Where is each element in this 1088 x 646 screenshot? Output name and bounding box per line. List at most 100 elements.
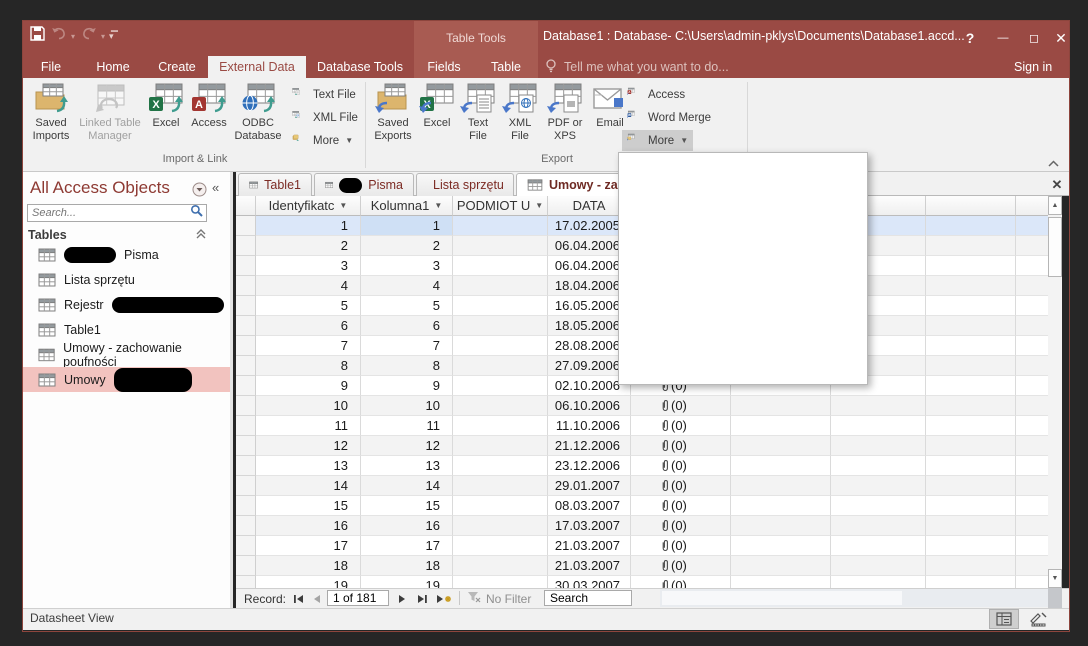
cell-attachment[interactable]: (0)	[631, 556, 731, 576]
cell-empty[interactable]	[1016, 416, 1048, 436]
undo-dropdown-icon[interactable]: ▾	[71, 32, 75, 41]
cell-data[interactable]: 29.01.2007	[548, 476, 631, 496]
cell-kolumna1[interactable]: 2	[361, 236, 453, 256]
cell-kolumna1[interactable]: 18	[361, 556, 453, 576]
column-header-identyfikatc[interactable]: Identyfikatc▼	[256, 196, 361, 216]
next-record-button[interactable]	[398, 590, 407, 607]
cell-empty[interactable]	[1016, 276, 1048, 296]
row-selector[interactable]	[236, 336, 256, 356]
cell-kolumna1[interactable]: 15	[361, 496, 453, 516]
ribbon-tab-table[interactable]: Table	[474, 56, 538, 78]
cell-empty[interactable]	[926, 556, 1016, 576]
cell-identyfikator[interactable]: 8	[256, 356, 361, 376]
cell-identyfikator[interactable]: 2	[256, 236, 361, 256]
nav-table-item-6[interactable]: Umowy	[22, 367, 230, 392]
search-icon[interactable]	[190, 204, 206, 222]
word-merge-button[interactable]: WWord Merge	[622, 107, 716, 128]
cell-identyfikator[interactable]: 18	[256, 556, 361, 576]
row-selector[interactable]	[236, 216, 256, 236]
cell-empty[interactable]	[1016, 516, 1048, 536]
cell-podmiot[interactable]	[453, 436, 548, 456]
cell-podmiot[interactable]	[453, 396, 548, 416]
column-header-empty[interactable]	[1016, 196, 1048, 216]
document-tab-1[interactable]: Table1	[238, 173, 312, 196]
excel-button[interactable]: XExcel	[418, 82, 456, 150]
cell-podmiot[interactable]	[453, 376, 548, 396]
cell-identyfikator[interactable]: 7	[256, 336, 361, 356]
cell-empty[interactable]	[926, 356, 1016, 376]
row-selector[interactable]	[236, 396, 256, 416]
cell-empty[interactable]	[1016, 356, 1048, 376]
cell-podmiot[interactable]	[453, 316, 548, 336]
row-selector[interactable]	[236, 236, 256, 256]
search-input[interactable]	[28, 207, 190, 219]
odbc-database-button[interactable]: ODBC Database	[232, 82, 284, 150]
xml-file-button[interactable]: XML File	[500, 82, 540, 150]
cell-podmiot[interactable]	[453, 356, 548, 376]
cell-data[interactable]: 11.10.2006	[548, 416, 631, 436]
tables-group-header[interactable]: Tables	[28, 228, 206, 242]
document-tab-2[interactable]: Pisma	[314, 173, 414, 196]
cell-empty[interactable]	[831, 556, 926, 576]
cell-empty[interactable]	[1016, 236, 1048, 256]
nav-pane-dropdown-icon[interactable]	[192, 182, 207, 202]
cell-kolumna1[interactable]: 14	[361, 476, 453, 496]
cell-kolumna1[interactable]: 12	[361, 436, 453, 456]
cell-kolumna1[interactable]: 5	[361, 296, 453, 316]
cell-empty[interactable]	[831, 536, 926, 556]
redo-icon[interactable]	[81, 27, 97, 45]
row-selector[interactable]	[236, 536, 256, 556]
cell-attachment[interactable]: (0)	[631, 496, 731, 516]
sign-in-link[interactable]: Sign in	[1014, 56, 1052, 78]
cell-data[interactable]: 21.12.2006	[548, 436, 631, 456]
cell-identyfikator[interactable]: 3	[256, 256, 361, 276]
row-selector[interactable]	[236, 316, 256, 336]
cell-empty[interactable]	[926, 296, 1016, 316]
filter-arrow-icon[interactable]: ▼	[434, 201, 442, 210]
pdf-or-xps-button[interactable]: PDF or XPS	[542, 82, 588, 150]
redo-dropdown-icon[interactable]: ▾	[101, 32, 105, 41]
cell-attachment[interactable]: (0)	[631, 456, 731, 476]
new-record-button[interactable]	[436, 590, 453, 607]
cell-empty[interactable]	[831, 456, 926, 476]
cell-identyfikator[interactable]: 14	[256, 476, 361, 496]
scroll-up-icon[interactable]: ▲	[1048, 196, 1062, 215]
cell-podmiot[interactable]	[453, 536, 548, 556]
more-button[interactable]: More▼	[287, 130, 358, 151]
cell-empty[interactable]	[831, 436, 926, 456]
last-record-button[interactable]	[416, 590, 428, 607]
nav-table-item-3[interactable]: Rejestr	[22, 292, 230, 317]
access-button[interactable]: AAccess	[622, 84, 690, 105]
row-selector[interactable]	[236, 476, 256, 496]
cell-empty[interactable]	[926, 456, 1016, 476]
undo-icon[interactable]	[51, 27, 67, 45]
cell-identyfikator[interactable]: 19	[256, 576, 361, 588]
linked-table-manager-button[interactable]: Linked Table Manager	[76, 82, 144, 150]
cell-kolumna1[interactable]: 3	[361, 256, 453, 276]
cell-empty[interactable]	[926, 396, 1016, 416]
cell-empty[interactable]	[1016, 256, 1048, 276]
cell-empty[interactable]	[731, 536, 831, 556]
nav-table-item-5[interactable]: Umowy - zachowanie poufności	[22, 342, 230, 367]
filter-arrow-icon[interactable]: ▼	[339, 201, 347, 210]
nav-table-item-4[interactable]: Table1	[22, 317, 230, 342]
cell-podmiot[interactable]	[453, 336, 548, 356]
cell-podmiot[interactable]	[453, 256, 548, 276]
row-selector[interactable]	[236, 496, 256, 516]
cell-identyfikator[interactable]: 12	[256, 436, 361, 456]
cell-identyfikator[interactable]: 1	[256, 216, 361, 236]
row-selector[interactable]	[236, 356, 256, 376]
cell-empty[interactable]	[731, 516, 831, 536]
document-tab-3[interactable]: Lista sprzętu	[416, 173, 514, 196]
close-button[interactable]: ✕	[1046, 20, 1076, 56]
cell-attachment[interactable]: (0)	[631, 436, 731, 456]
cell-podmiot[interactable]	[453, 556, 548, 576]
ribbon-tab-file[interactable]: File	[22, 56, 80, 78]
cell-podmiot[interactable]	[453, 296, 548, 316]
row-selector[interactable]	[236, 436, 256, 456]
cell-kolumna1[interactable]: 4	[361, 276, 453, 296]
cell-attachment[interactable]: (0)	[631, 576, 731, 588]
column-header-podmiot-u[interactable]: PODMIOT U▼	[453, 196, 548, 216]
filter-toggle[interactable]: No Filter	[467, 590, 531, 607]
cell-empty[interactable]	[926, 216, 1016, 236]
